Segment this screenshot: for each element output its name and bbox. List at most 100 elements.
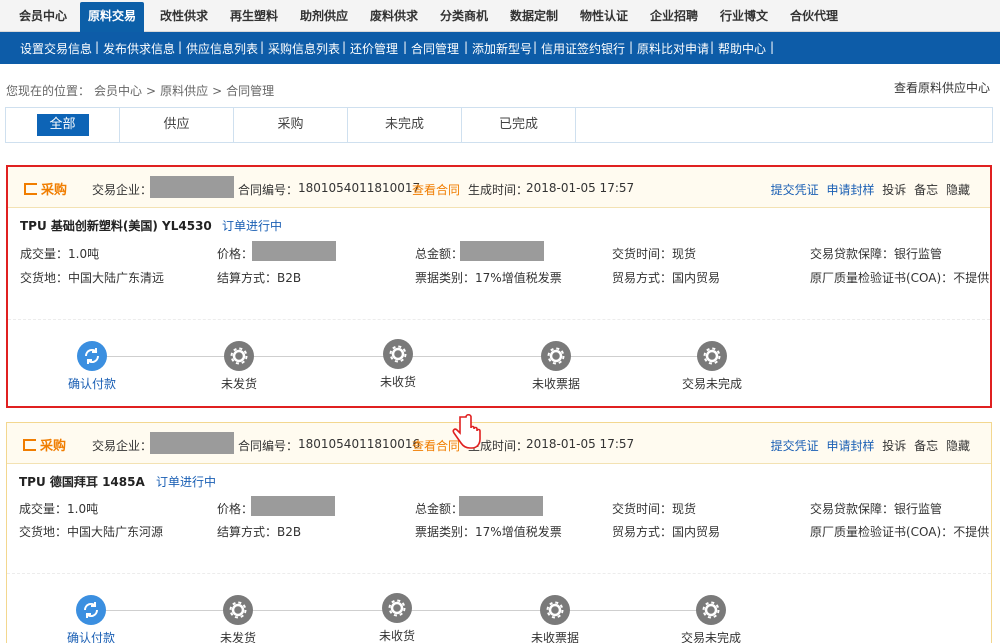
tab-partner-agent[interactable]: 合伙代理 [780,2,848,32]
settlement-field: 结算方式：B2B [217,271,302,285]
product-name[interactable]: TPU 基础创新塑料(美国) YL4530 [20,217,212,234]
submit-voucher-button[interactable]: 提交凭证 [771,183,819,197]
tab-recruitment[interactable]: 企业招聘 [640,2,708,32]
subnav-item-purchase-list[interactable]: 采购信息列表 [268,40,340,57]
gear-icon [223,595,253,625]
memo-button[interactable]: 备忘 [914,183,938,197]
price-label: 价格： [217,502,254,516]
tab-raw-material-trade[interactable]: 原料交易 [80,2,144,32]
delivery-time-field: 交货时间：现货 [612,502,697,516]
step-not-shipped: 未发货 [199,341,279,392]
total-label: 总金额： [415,502,464,516]
step-invoice-not-received: 未收票据 [516,341,596,392]
company-label: 交易企业： [92,439,153,453]
filter-tab-completed[interactable]: 已完成 [462,108,576,142]
subnav-item-publish[interactable]: 发布供求信息 [103,40,175,57]
trade-mode-field: 贸易方式：国内贸易 [612,271,721,285]
tab-data-custom[interactable]: 数据定制 [500,2,568,32]
gear-icon [540,595,570,625]
breadcrumb-item[interactable]: 合同管理 [226,84,274,98]
complain-button[interactable]: 投诉 [882,439,906,453]
purchase-icon [23,439,36,451]
subnav-item-contract-mgmt[interactable]: 合同管理 [411,40,459,57]
gear-icon [541,341,571,371]
tab-industry-blog[interactable]: 行业博文 [710,2,778,32]
breadcrumb-item[interactable]: 会员中心 [94,84,142,98]
gear-icon [383,339,413,369]
divider [8,319,990,320]
submit-voucher-button[interactable]: 提交凭证 [771,439,819,453]
subnav-item-trade-settings[interactable]: 设置交易信息 [20,40,92,57]
total-masked [459,496,543,516]
sub-nav: 设置交易信息 | 发布供求信息 | 供应信息列表 | 采购信息列表 | 还价管理… [0,32,1000,64]
hand-cursor-icon [452,413,481,449]
invoice-field: 票据类别：17%增值税发票 [415,525,562,539]
subnav-item-counteroffer[interactable]: 还价管理 [350,40,398,57]
breadcrumb-prefix: 您现在的位置： [6,84,91,98]
step-not-shipped: 未发货 [198,595,278,643]
refresh-icon [77,341,107,371]
subnav-item-supply-list[interactable]: 供应信息列表 [186,40,258,57]
request-sample-button[interactable]: 申请封样 [826,183,874,197]
created-value: 2018-01-05 17:57 [526,437,635,451]
filter-tabs: 全部 供应 采购 未完成 已完成 [5,107,993,143]
gear-icon [382,593,412,623]
contract-no-value: 1801054011810017 [298,181,421,195]
tab-additive-supply[interactable]: 助剂供应 [290,2,358,32]
step-not-received: 未收货 [358,339,438,390]
subnav-item-add-model[interactable]: 添加新型号 [472,40,532,57]
created-label: 生成时间： [468,183,529,197]
hide-button[interactable]: 隐藏 [946,439,970,453]
settlement-field: 结算方式：B2B [217,525,302,539]
purchase-icon [24,183,37,195]
gear-icon [697,341,727,371]
divider [7,573,991,574]
tab-modified-supply[interactable]: 改性供求 [150,2,218,32]
tab-property-cert[interactable]: 物性认证 [570,2,638,32]
subnav-item-help[interactable]: 帮助中心 [718,40,766,57]
invoice-field: 票据类别：17%增值税发票 [415,271,562,285]
purchase-tag: 采购 [24,179,67,198]
coa-field: 原厂质量检验证书(COA)：不提供 [810,525,990,539]
coa-field: 原厂质量检验证书(COA)：不提供 [810,271,990,285]
card-actions: 提交凭证 申请封样 投诉 备忘 隐藏 [767,437,970,454]
gear-icon [224,341,254,371]
delivery-place-field: 交货地：中国大陆广东河源 [19,525,164,539]
product-name[interactable]: TPU 德国拜耳 1485A [19,473,145,490]
refresh-icon [76,595,106,625]
hide-button[interactable]: 隐藏 [946,183,970,197]
price-label: 价格： [217,247,254,261]
order-status: 订单进行中 [222,219,283,233]
tab-category-opportunity[interactable]: 分类商机 [430,2,498,32]
total-masked [460,241,544,261]
step-invoice-not-received: 未收票据 [515,595,595,643]
contract-card: 采购 交易企业： 合同编号： 1801054011810016 查看合同 生成时… [6,422,992,643]
view-contract-link[interactable]: 查看合同 [412,181,460,198]
view-supplier-center-link[interactable]: 查看原料供应中心 [894,79,990,96]
memo-button[interactable]: 备忘 [914,439,938,453]
filter-tab-supply[interactable]: 供应 [120,108,234,142]
tab-waste-supply[interactable]: 废料供求 [360,2,428,32]
breadcrumb: 您现在的位置： 会员中心 > 原料供应 > 合同管理 [6,84,275,98]
filter-tab-incomplete[interactable]: 未完成 [348,108,462,142]
total-label: 总金额： [415,247,464,261]
subnav-item-compare[interactable]: 原料比对申请 [637,40,709,57]
tab-member-center[interactable]: 会员中心 [10,2,76,32]
contract-no-value: 1801054011810016 [298,437,421,451]
subnav-item-lc-bank[interactable]: 信用证签约银行 [541,40,625,57]
step-confirm-payment: 确认付款 [52,341,132,392]
trade-mode-field: 贸易方式：国内贸易 [612,525,721,539]
step-trade-incomplete: 交易未完成 [672,341,752,392]
contract-card-header: 采购 交易企业： 合同编号： 1801054011810016 查看合同 生成时… [7,423,991,464]
step-confirm-payment: 确认付款 [51,595,131,643]
tab-recycled-plastic[interactable]: 再生塑料 [220,2,288,32]
filter-tab-all[interactable]: 全部 [6,108,120,142]
volume-field: 成交量：1.0吨 [20,247,100,261]
complain-button[interactable]: 投诉 [882,183,906,197]
payment-guarantee-field: 交易贷款保障：银行监管 [810,502,943,516]
gear-icon [696,595,726,625]
filter-tab-purchase[interactable]: 采购 [234,108,348,142]
request-sample-button[interactable]: 申请封样 [826,439,874,453]
contract-no-label: 合同编号： [238,439,299,453]
breadcrumb-item[interactable]: 原料供应 [160,84,208,98]
